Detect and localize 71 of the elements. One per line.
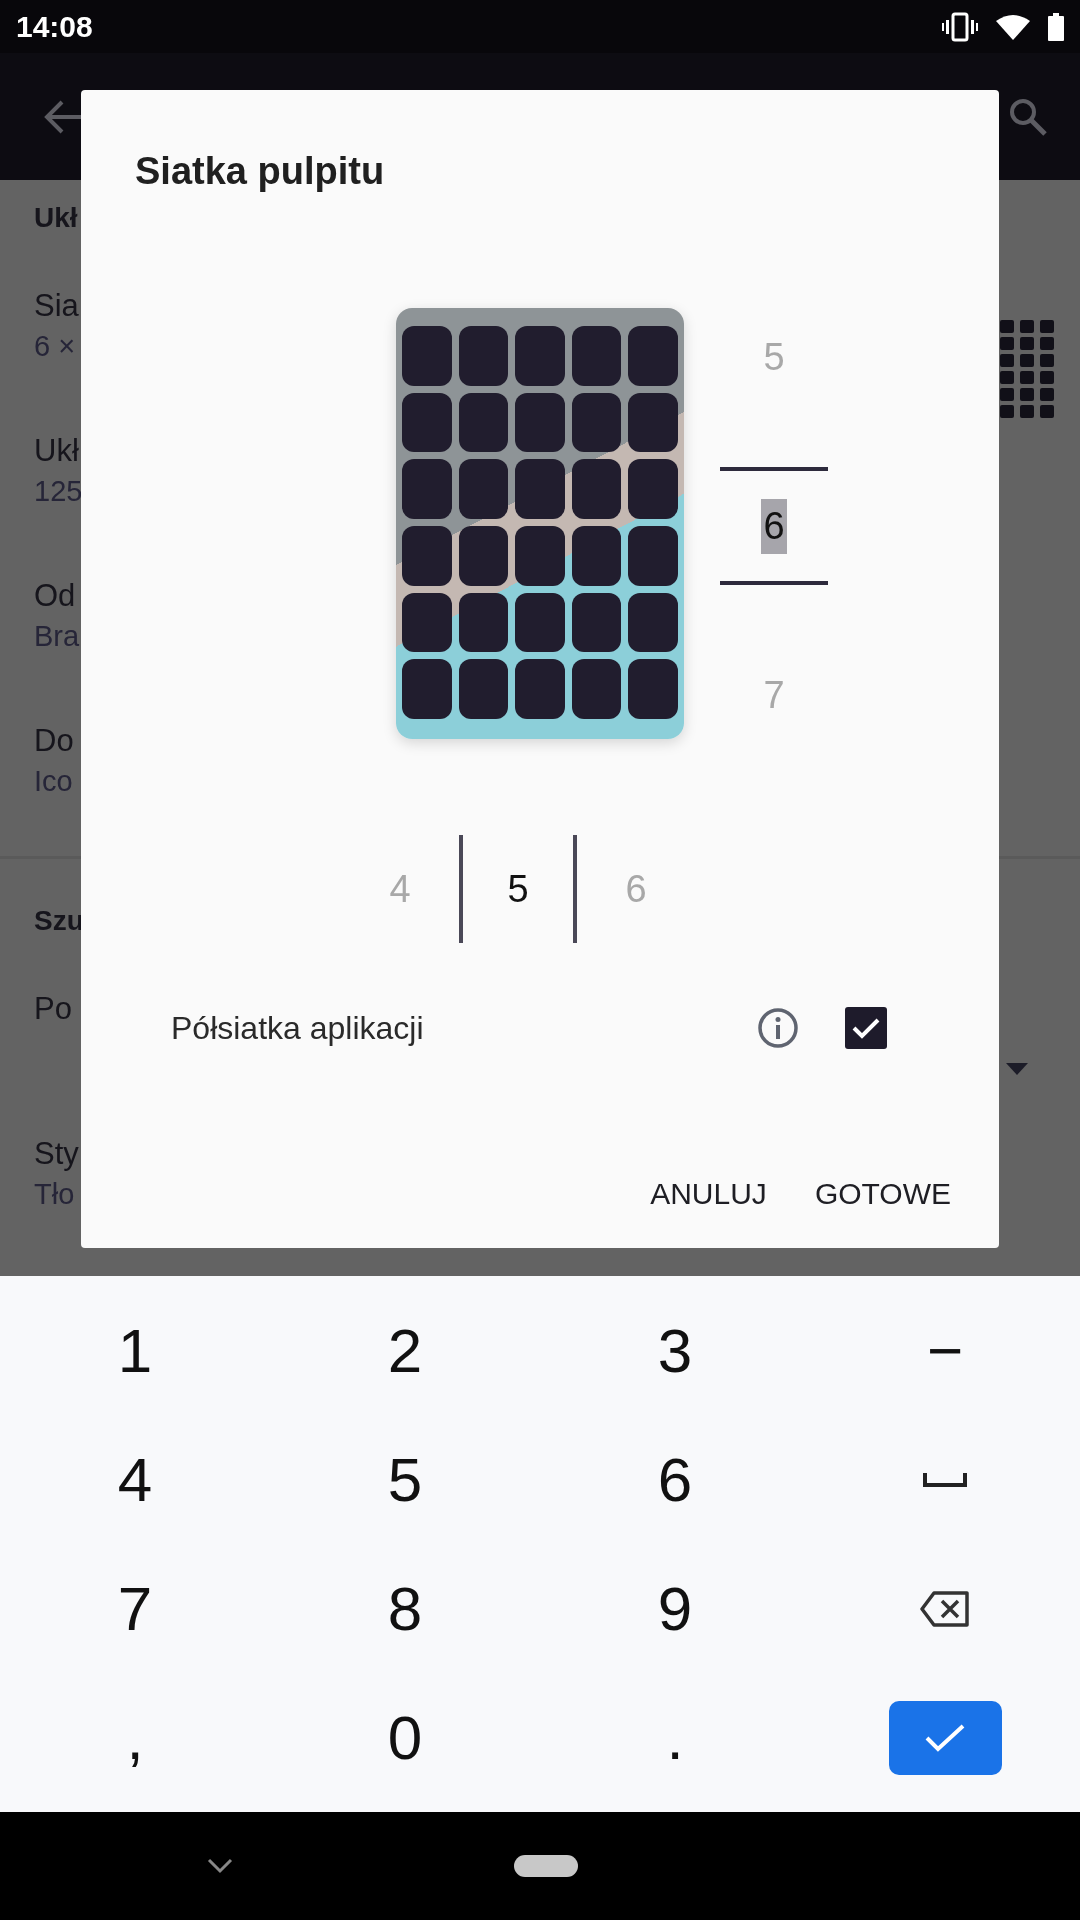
keyboard-key[interactable]: 1 <box>0 1286 270 1415</box>
wifi-icon <box>996 13 1030 40</box>
setting-summary: 6 × <box>34 330 76 363</box>
keyboard-key[interactable]: 3 <box>540 1286 810 1415</box>
app-icon-placeholder <box>515 459 565 519</box>
vibrate-icon <box>942 11 978 42</box>
keyboard-key[interactable]: 5 <box>270 1415 540 1544</box>
app-icon-placeholder <box>402 526 452 586</box>
search-icon[interactable] <box>1008 96 1048 137</box>
dialog-title: Siatka pulpitu <box>135 150 386 193</box>
app-icon-placeholder <box>515 392 565 453</box>
app-icon-placeholder <box>571 592 622 653</box>
home-button[interactable] <box>514 1855 578 1877</box>
setting-summary: Bra <box>34 620 80 653</box>
section-heading: Szu <box>34 905 84 938</box>
chevron-down-icon[interactable] <box>207 1858 233 1874</box>
app-icon-placeholder <box>458 459 509 519</box>
keyboard-key[interactable]: 2 <box>270 1286 540 1415</box>
app-icon-placeholder <box>628 326 678 386</box>
info-icon[interactable] <box>757 1007 799 1049</box>
app-icon-placeholder <box>515 592 565 653</box>
app-icon-placeholder <box>458 592 509 653</box>
app-icon-placeholder <box>515 326 565 386</box>
checkmark-icon <box>924 1722 966 1753</box>
space-key-icon[interactable] <box>923 1472 967 1487</box>
app-icon-placeholder <box>628 659 678 719</box>
enter-key[interactable] <box>888 1700 1002 1775</box>
app-icon-placeholder <box>402 659 452 719</box>
app-icon-placeholder <box>402 592 452 653</box>
section-heading: Ukł <box>34 202 78 235</box>
app-icon-placeholder <box>515 526 565 586</box>
dropdown-arrow-icon[interactable] <box>1006 1063 1028 1075</box>
number-picker-value[interactable]: 5 <box>459 835 577 943</box>
setting-summary: 125 <box>34 475 83 508</box>
battery-icon <box>1048 12 1064 41</box>
keyboard-key[interactable]: 9 <box>540 1544 810 1673</box>
setting-summary: Ico <box>34 765 73 798</box>
checkbox[interactable] <box>845 1007 887 1049</box>
app-icon-placeholder <box>571 326 622 386</box>
keyboard-key[interactable]: 8 <box>270 1544 540 1673</box>
app-icon-placeholder <box>628 526 678 586</box>
keyboard-key[interactable]: . <box>540 1673 810 1802</box>
cancel-button[interactable]: ANULUJ <box>636 1167 781 1221</box>
keyboard-key[interactable]: 6 <box>540 1415 810 1544</box>
keyboard-key[interactable]: 4 <box>0 1415 270 1544</box>
app-icon-placeholder <box>628 592 678 653</box>
app-icon-placeholder <box>571 392 622 453</box>
app-icon-placeholder <box>628 459 678 519</box>
app-icon-placeholder <box>628 392 678 453</box>
app-icon-placeholder <box>458 392 509 453</box>
keyboard-key[interactable]: , <box>0 1673 270 1802</box>
setting-summary: Tło <box>34 1178 75 1211</box>
app-icon-placeholder <box>402 392 452 453</box>
grid-icon <box>1000 320 1054 418</box>
option-label: Półsiatka aplikacji <box>171 1009 425 1047</box>
app-icon-placeholder <box>571 459 622 519</box>
app-icon-placeholder <box>458 526 509 586</box>
back-arrow-icon[interactable] <box>44 98 84 135</box>
app-icon-placeholder <box>458 659 509 719</box>
app-icon-placeholder <box>402 459 452 519</box>
app-icon-placeholder <box>458 326 509 386</box>
app-icon-placeholder <box>515 659 565 719</box>
done-button[interactable]: GOTOWE <box>800 1167 965 1221</box>
clock: 14:08 <box>16 9 93 44</box>
keyboard-key[interactable]: 0 <box>270 1673 540 1802</box>
keyboard-key[interactable]: 7 <box>0 1544 270 1673</box>
app-icon-placeholder <box>571 659 622 719</box>
backspace-icon[interactable] <box>920 1590 970 1627</box>
app-icon-placeholder <box>571 526 622 586</box>
app-icon-placeholder <box>402 326 452 386</box>
keyboard-key[interactable]: − <box>810 1286 1080 1415</box>
